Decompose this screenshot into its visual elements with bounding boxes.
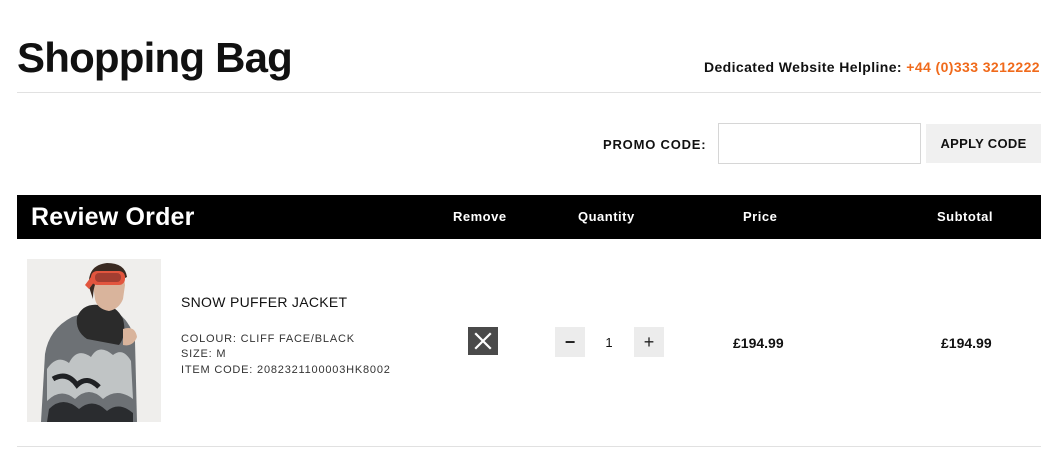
column-header-subtotal: Subtotal — [937, 209, 993, 224]
quantity-value[interactable]: 1 — [595, 335, 623, 350]
review-order-header: Review Order Remove Quantity Price Subto… — [17, 195, 1041, 239]
minus-icon: − — [564, 331, 576, 352]
product-image[interactable] — [27, 259, 161, 422]
helpline: Dedicated Website Helpline: +44 (0)333 3… — [704, 59, 1040, 75]
item-divider — [17, 446, 1041, 447]
review-order-title: Review Order — [31, 203, 195, 231]
product-photo — [27, 259, 161, 422]
quantity-decrease-button[interactable]: − — [555, 327, 585, 357]
column-header-remove: Remove — [453, 209, 507, 224]
column-header-price: Price — [743, 209, 778, 224]
helpline-label: Dedicated Website Helpline: — [703, 59, 902, 75]
column-header-quantity: Quantity — [578, 209, 635, 224]
promo-code-input[interactable] — [718, 123, 921, 164]
plus-icon: + — [643, 331, 655, 352]
product-name[interactable]: SNOW PUFFER JACKET — [181, 294, 347, 310]
apply-code-button[interactable]: APPLY CODE — [926, 124, 1041, 163]
title-divider — [17, 92, 1041, 93]
product-size: SIZE: M — [181, 348, 227, 360]
page-title: Shopping Bag — [17, 34, 293, 81]
remove-item-button[interactable] — [468, 327, 498, 355]
quantity-increase-button[interactable]: + — [634, 327, 664, 357]
item-price: £194.99 — [733, 335, 784, 351]
product-item-code: ITEM CODE: 2082321100003HK8002 — [181, 364, 391, 376]
promo-code-label: PROMO CODE: — [603, 137, 707, 152]
close-icon — [474, 332, 492, 350]
product-colour: COLOUR: CLIFF FACE/BLACK — [181, 333, 355, 345]
helpline-phone[interactable]: +44 (0)333 3212222 — [906, 59, 1040, 75]
item-subtotal: £194.99 — [941, 335, 992, 351]
